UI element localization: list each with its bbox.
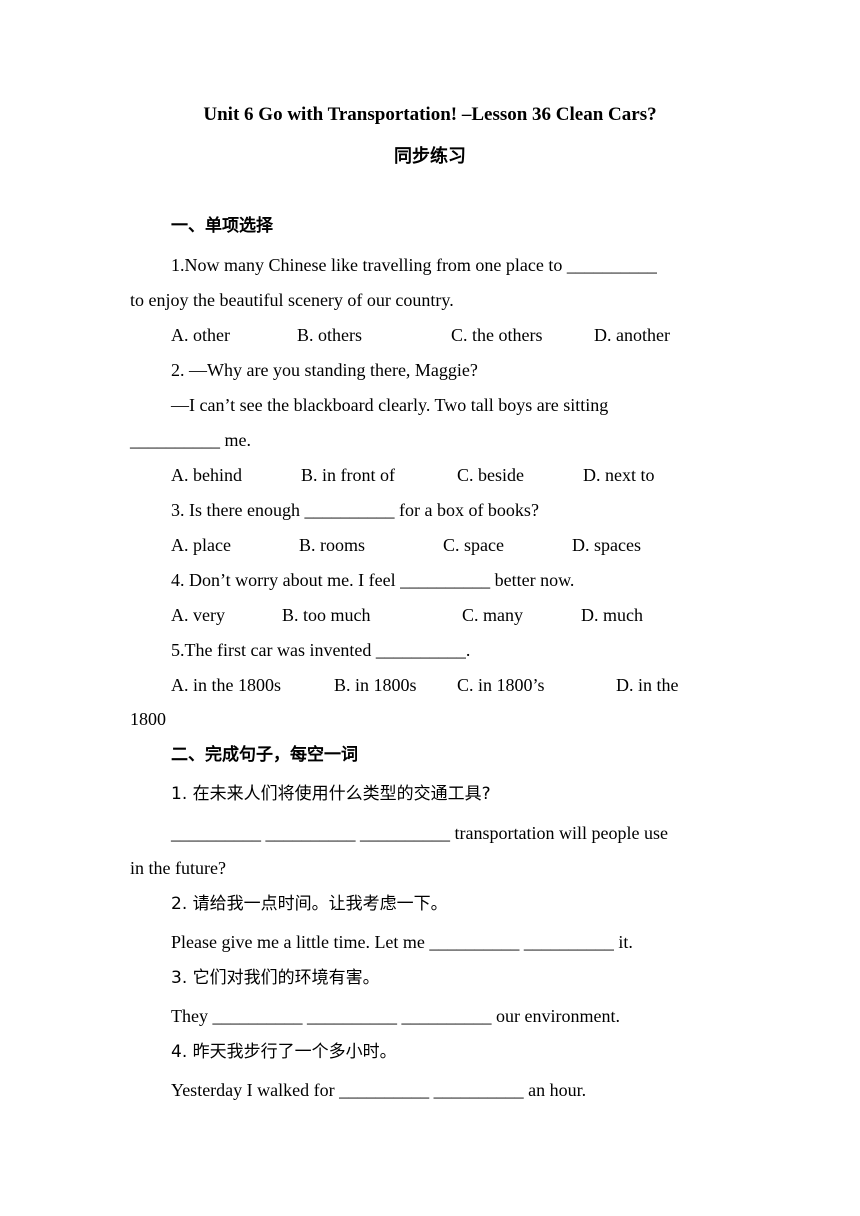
section2-heading: 二、完成句子，每空一词 xyxy=(171,745,358,765)
option-c[interactable]: C. space xyxy=(443,534,504,556)
section1-heading: 一、单项选择 xyxy=(171,216,273,236)
option-c[interactable]: C. beside xyxy=(457,464,524,486)
question-5-options: A. in the 1800s B. in 1800s C. in 1800’s… xyxy=(171,674,731,696)
option-a[interactable]: A. behind xyxy=(171,464,242,486)
option-b[interactable]: B. rooms xyxy=(299,534,365,556)
sentence-3-chinese: 3. 它们对我们的环境有害。 xyxy=(171,968,380,988)
option-d[interactable]: D. much xyxy=(581,604,643,626)
option-b[interactable]: B. in front of xyxy=(301,464,395,486)
sentence-1-english: __________ __________ __________ transpo… xyxy=(171,823,668,843)
question-1-text: 1.Now many Chinese like travelling from … xyxy=(171,255,657,275)
sentence-1-english-cont: in the future? xyxy=(130,858,226,878)
sentence-4-chinese: 4. 昨天我步行了一个多小时。 xyxy=(171,1042,397,1062)
option-b[interactable]: B. too much xyxy=(282,604,371,626)
option-a[interactable]: A. in the 1800s xyxy=(171,674,281,696)
sentence-2-chinese: 2. 请给我一点时间。让我考虑一下。 xyxy=(171,894,448,914)
option-d[interactable]: D. spaces xyxy=(572,534,641,556)
question-2-text-cont: —I can’t see the blackboard clearly. Two… xyxy=(171,395,609,415)
question-3-text: 3. Is there enough __________ for a box … xyxy=(171,500,539,520)
option-c[interactable]: C. the others xyxy=(451,324,543,346)
question-2-text: 2. —Why are you standing there, Maggie? xyxy=(171,360,478,380)
sentence-4-english: Yesterday I walked for __________ ______… xyxy=(171,1080,587,1100)
option-c[interactable]: C. many xyxy=(462,604,523,626)
question-4-text: 4. Don’t worry about me. I feel ________… xyxy=(171,570,575,590)
document-subtitle: 同步练习 xyxy=(394,146,466,167)
option-a[interactable]: A. other xyxy=(171,324,230,346)
question-2-options: A. behind B. in front of C. beside D. ne… xyxy=(171,464,731,486)
option-d[interactable]: D. another xyxy=(594,324,670,346)
option-d[interactable]: D. next to xyxy=(583,464,655,486)
option-d[interactable]: D. in the xyxy=(616,674,679,696)
option-b[interactable]: B. others xyxy=(297,324,362,346)
question-5-option-d-wrap: 1800 xyxy=(130,709,166,729)
option-c[interactable]: C. in 1800’s xyxy=(457,674,545,696)
question-3-options: A. place B. rooms C. space D. spaces xyxy=(171,534,731,556)
question-1-options: A. other B. others C. the others D. anot… xyxy=(171,324,731,346)
question-5-text: 5.The first car was invented __________. xyxy=(171,640,471,660)
sentence-1-chinese: 1. 在未来人们将使用什么类型的交通工具? xyxy=(171,784,491,804)
question-2-text-cont2: __________ me. xyxy=(130,430,251,450)
sentence-2-english: Please give me a little time. Let me ___… xyxy=(171,932,633,952)
document-title: Unit 6 Go with Transportation! –Lesson 3… xyxy=(203,104,657,125)
option-a[interactable]: A. place xyxy=(171,534,231,556)
option-b[interactable]: B. in 1800s xyxy=(334,674,417,696)
question-4-options: A. very B. too much C. many D. much xyxy=(171,604,731,626)
option-a[interactable]: A. very xyxy=(171,604,225,626)
worksheet-page: Unit 6 Go with Transportation! –Lesson 3… xyxy=(0,0,860,1216)
question-1-text-cont: to enjoy the beautiful scenery of our co… xyxy=(130,290,454,310)
sentence-3-english: They __________ __________ __________ ou… xyxy=(171,1006,620,1026)
